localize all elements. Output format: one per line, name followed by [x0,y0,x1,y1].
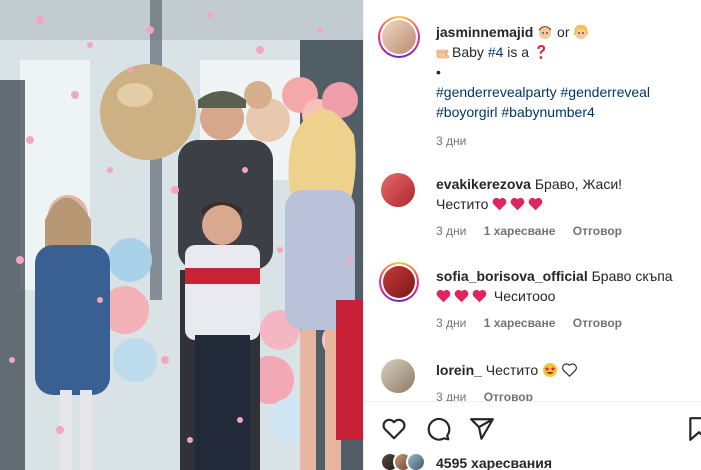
caption-baby: Baby [452,44,484,60]
party-scene-image [0,0,363,470]
comment-item: lorein_ Честито 3 дни Отговор [436,360,696,404]
comment-item: sofia_borisova_official Браво скъпа Чеси… [436,266,696,330]
comment-username[interactable]: lorein_ [436,362,482,378]
pointing-hand-icon [436,44,452,60]
post-time[interactable]: 3 дни [436,134,696,148]
author-username[interactable]: jasminnemajid [436,24,533,40]
red-heart-emoji-icon [492,196,507,211]
commenter-avatar[interactable] [379,262,419,302]
red-heart-emoji-icon [436,288,451,303]
hashtags-line-2[interactable]: #boyorgirl #babynumber4 [436,102,696,122]
hashtags-line-1[interactable]: #genderrevealparty #genderreveal [436,82,696,102]
white-heart-emoji-icon [562,362,577,378]
paper-plane-icon[interactable] [469,416,495,442]
post-side-panel: jasminnemajid or Baby #4 is a • #genderr… [363,0,701,470]
post-caption: jasminnemajid or Baby #4 is a • #genderr… [436,22,696,148]
boy-emoji-icon [537,24,553,40]
post-photo[interactable] [0,0,363,470]
comment-text-2: Чеситоoo [493,288,556,304]
comment-text: Браво скъпа [591,268,673,284]
likes-count[interactable]: 4595 харесвания [436,455,552,470]
commenter-avatar[interactable] [381,173,415,207]
commenter-avatar[interactable] [381,359,415,393]
author-avatar[interactable] [378,16,420,58]
hashtag-number[interactable]: #4 [488,44,504,60]
star-struck-emoji-icon [542,362,558,378]
caption-bullet: • [436,64,441,80]
reply-button[interactable]: Отговор [573,316,622,330]
comment-time[interactable]: 3 дни [436,224,466,238]
caption-or: or [557,24,570,40]
liker-avatar [406,452,426,470]
red-heart-emoji-icon [472,288,487,303]
caption-is-a: is a [507,44,530,60]
comment-text: Честито [485,362,539,378]
girl-emoji-icon [573,24,589,40]
comment-text: Браво, Жаси! [534,176,623,192]
red-heart-emoji-icon [454,288,469,303]
reply-button[interactable]: Отговор [573,224,622,238]
comment-username[interactable]: sofia_borisova_official [436,268,588,284]
post-actions-bar: 4595 харесвания [364,402,701,470]
comment-text-2: Честито [436,196,489,212]
heart-icon[interactable] [381,416,407,442]
comment-likes[interactable]: 1 харесване [484,224,556,238]
comment-icon[interactable] [425,416,451,442]
red-heart-emoji-icon [510,196,525,211]
red-heart-emoji-icon [528,196,543,211]
question-mark-icon [533,44,549,60]
comment-item: evakikerezova Браво, Жаси! Честито 3 дни… [436,174,696,238]
bookmark-icon[interactable] [686,416,701,442]
comment-time[interactable]: 3 дни [436,316,466,330]
comment-likes[interactable]: 1 харесване [484,316,556,330]
comment-username[interactable]: evakikerezova [436,176,531,192]
